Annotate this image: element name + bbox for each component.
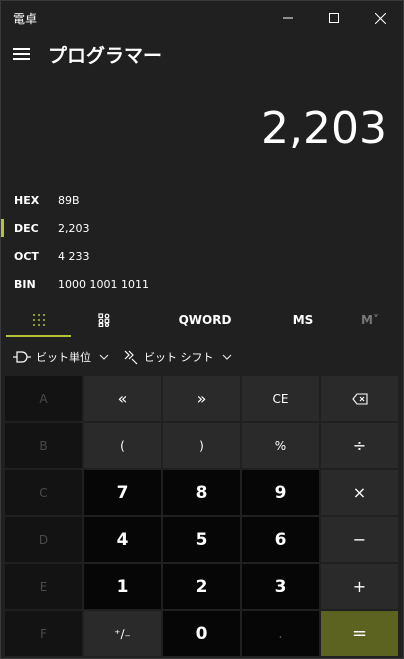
key-7[interactable]: 7 <box>84 470 161 515</box>
key-modulo[interactable]: % <box>242 423 319 468</box>
key-divide[interactable]: ÷ <box>321 423 398 468</box>
key-open-paren[interactable]: ( <box>84 423 161 468</box>
key-e[interactable]: E <box>5 564 82 609</box>
radix-label: OCT <box>14 249 39 263</box>
mode-title: プログラマー <box>48 45 163 67</box>
logic-gate-icon <box>13 351 31 363</box>
radix-row-oct[interactable]: OCT 4 233 <box>1 243 301 269</box>
title-bar: 電卓 <box>1 1 403 35</box>
bitwise-label: ビット単位 <box>36 351 91 364</box>
radix-value: 89B <box>58 193 80 207</box>
keypad-icon <box>32 314 45 326</box>
radix-row-hex[interactable]: HEX 89B <box>1 187 301 213</box>
bit-toolbar: ビット単位 ビット シフト <box>1 341 403 373</box>
bitwise-button[interactable]: ビット単位 <box>13 341 109 373</box>
bitshift-button[interactable]: ビット シフト <box>123 341 232 373</box>
key-backspace[interactable] <box>321 376 398 421</box>
key-d[interactable]: D <box>5 517 82 562</box>
tab-bit-toggling-keypad[interactable] <box>71 303 137 337</box>
bitshift-label: ビット シフト <box>144 351 214 364</box>
radix-label: BIN <box>14 277 36 291</box>
key-c[interactable]: C <box>5 470 82 515</box>
key-6[interactable]: 6 <box>242 517 319 562</box>
radix-label: DEC <box>14 221 39 235</box>
key-negate[interactable]: ⁺∕₋ <box>84 611 161 656</box>
tab-memory-recall[interactable]: M˅ <box>347 303 393 337</box>
key-f[interactable]: F <box>5 611 82 656</box>
key-a[interactable]: A <box>5 376 82 421</box>
key-2[interactable]: 2 <box>163 564 240 609</box>
keypad: A « » CE B ( ) % ÷ C 7 8 9 × D 4 5 6 − E… <box>5 376 401 656</box>
close-icon <box>374 12 386 24</box>
radix-value: 4 233 <box>58 249 90 263</box>
key-b[interactable]: B <box>5 423 82 468</box>
key-right-shift[interactable]: » <box>163 376 240 421</box>
key-1[interactable]: 1 <box>84 564 161 609</box>
tab-full-keypad[interactable] <box>6 303 71 337</box>
radix-indicator <box>1 247 4 265</box>
radix-indicator <box>1 191 4 209</box>
key-4[interactable]: 4 <box>84 517 161 562</box>
key-0[interactable]: 0 <box>163 611 240 656</box>
key-decimal[interactable]: . <box>242 611 319 656</box>
bit-shift-icon <box>124 350 138 365</box>
key-subtract[interactable]: − <box>321 517 398 562</box>
key-clear-entry[interactable]: CE <box>242 376 319 421</box>
result-display: 2,203 <box>261 103 387 154</box>
key-5[interactable]: 5 <box>163 517 240 562</box>
bit-toggle-icon <box>98 313 110 327</box>
radix-indicator <box>1 219 4 237</box>
hamburger-menu-icon[interactable] <box>13 45 31 63</box>
radix-value: 2,203 <box>58 221 90 235</box>
key-add[interactable]: + <box>321 564 398 609</box>
radix-row-dec[interactable]: DEC 2,203 <box>1 215 301 241</box>
maximize-button[interactable] <box>311 1 357 35</box>
key-8[interactable]: 8 <box>163 470 240 515</box>
key-3[interactable]: 3 <box>242 564 319 609</box>
active-tab-underline <box>6 335 71 337</box>
radix-indicator <box>1 275 4 293</box>
calculator-window: 電卓 プログラマー 2,203 HEX 89B DEC 2,203 OCT 4 … <box>0 0 404 659</box>
key-9[interactable]: 9 <box>242 470 319 515</box>
radix-value: 1000 1001 1011 <box>58 277 149 291</box>
chevron-down-icon <box>99 354 109 360</box>
minimize-icon <box>283 17 293 19</box>
keypad-tab-bar: QWORD MS M˅ <box>1 303 403 337</box>
chevron-down-icon <box>222 354 231 360</box>
minimize-button[interactable] <box>265 1 311 35</box>
backspace-icon <box>351 392 368 405</box>
tab-word-size[interactable]: QWORD <box>161 303 249 337</box>
radix-label: HEX <box>14 193 40 207</box>
tab-memory-store[interactable]: MS <box>271 303 335 337</box>
close-button[interactable] <box>357 1 403 35</box>
key-left-shift[interactable]: « <box>84 376 161 421</box>
maximize-icon <box>329 13 339 23</box>
window-title: 電卓 <box>13 12 38 26</box>
key-equals[interactable]: = <box>321 611 398 656</box>
key-close-paren[interactable]: ) <box>163 423 240 468</box>
key-multiply[interactable]: × <box>321 470 398 515</box>
radix-row-bin[interactable]: BIN 1000 1001 1011 <box>1 271 301 297</box>
